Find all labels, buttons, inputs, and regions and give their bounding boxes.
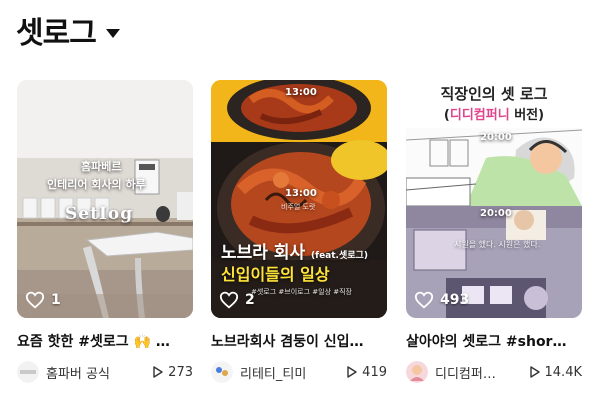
- chevron-down-icon: [105, 28, 120, 38]
- likes-number: 493: [440, 292, 470, 308]
- likes-count: 1: [25, 291, 61, 309]
- overlay-banner: 직장인의 셋 로그 (디디컴퍼니 버전): [406, 80, 582, 128]
- video-title[interactable]: 노브라회사 겸둥이 신입…: [211, 331, 387, 351]
- office-interior-image: [17, 80, 193, 318]
- likes-count: 2: [219, 291, 255, 309]
- channel-selector[interactable]: 셋로그: [16, 8, 120, 52]
- video-card: 직장인의 셋 로그 (디디컴퍼니 버전) 20:00 20:00 시원을 했다.…: [406, 80, 582, 383]
- play-icon: [153, 366, 163, 378]
- overlay-time: 13:00: [285, 188, 317, 199]
- paren-close: 버전): [509, 108, 545, 123]
- heart-icon: [25, 291, 45, 309]
- overlay-title-feat: (feat.셋로그): [311, 251, 368, 261]
- overlay-time: 20:00: [480, 208, 512, 219]
- overlay-caption: 홈파베르: [81, 160, 122, 173]
- channel-avatar[interactable]: [211, 361, 233, 383]
- video-card: 13:00 13:00 비주얼 도랏 노브라 회사 (feat.셋로그) 신입이…: [211, 80, 387, 383]
- video-title[interactable]: 살아야의 셋로그 #shor…: [406, 331, 582, 351]
- play-icon: [347, 366, 357, 378]
- likes-count: 493: [414, 291, 469, 309]
- video-thumbnail[interactable]: 직장인의 셋 로그 (디디컴퍼니 버전) 20:00 20:00 시원을 했다.…: [406, 80, 582, 318]
- video-meta: 리테티_티미 419: [211, 361, 387, 383]
- heart-icon: [219, 291, 239, 309]
- overlay-banner-title: 직장인의 셋 로그: [440, 85, 548, 103]
- channel-name[interactable]: 리테티_티미: [240, 363, 341, 382]
- overlay-title: 노브라 회사 (feat.셋로그): [221, 238, 368, 263]
- likes-number: 2: [245, 292, 255, 308]
- play-icon: [529, 366, 540, 378]
- overlay-time: 20:00: [480, 132, 512, 143]
- likes-number: 1: [51, 292, 61, 308]
- view-count: 419: [362, 364, 387, 380]
- view-count: 14.4K: [544, 364, 582, 380]
- channel-name[interactable]: 홈파버 공식: [46, 363, 147, 382]
- channel-avatar[interactable]: [17, 361, 39, 383]
- shorts-list: 홈파베르 인테리어 회사의 하루 SetIog 1 요즘 핫한 #셋로그 🙌 ……: [17, 80, 583, 390]
- overlay-banner-subtitle: (디디컴퍼니 버전): [406, 104, 582, 123]
- overlay-time: 13:00: [285, 87, 317, 98]
- overlay-caption: 비주얼 도랏: [281, 203, 316, 211]
- overlay-title-main: 노브라 회사: [221, 243, 306, 263]
- overlay-caption: 시원을 했다. 시원은 했다.: [454, 240, 541, 249]
- video-meta: 홈파버 공식 273: [17, 361, 193, 383]
- channel-name[interactable]: 디디컴퍼…: [435, 363, 524, 382]
- video-meta: 디디컴퍼… 14.4K: [406, 361, 582, 383]
- company-name: 디디컴퍼니: [449, 108, 510, 123]
- video-title[interactable]: 요즘 핫한 #셋로그 🙌 …: [17, 331, 193, 351]
- video-card: 홈파베르 인테리어 회사의 하루 SetIog 1 요즘 핫한 #셋로그 🙌 ……: [17, 80, 193, 383]
- channel-avatar[interactable]: [406, 361, 428, 383]
- video-thumbnail[interactable]: 13:00 13:00 비주얼 도랏 노브라 회사 (feat.셋로그) 신입이…: [211, 80, 387, 318]
- video-thumbnail[interactable]: 홈파베르 인테리어 회사의 하루 SetIog 1: [17, 80, 193, 318]
- overlay-caption: 인테리어 회사의 하루: [47, 178, 146, 191]
- page-title: 셋로그: [16, 16, 97, 51]
- overlay-subtitle: 신입이들의 일상: [221, 265, 330, 284]
- heart-icon: [414, 291, 434, 309]
- overlay-title: SetIog: [65, 204, 134, 224]
- overlay-hashtags: #셋로그 #브이로그 #일상 #직장: [251, 288, 352, 296]
- view-count: 273: [168, 364, 193, 380]
